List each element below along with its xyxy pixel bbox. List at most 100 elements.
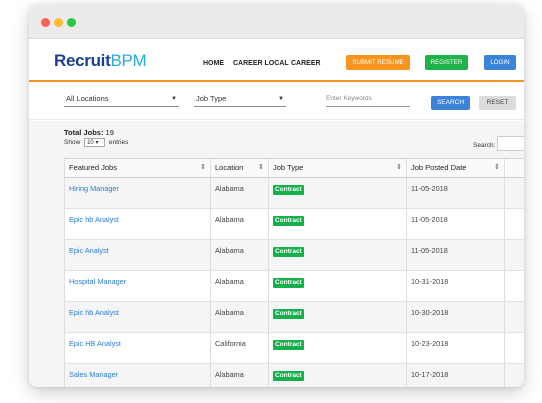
window-titlebar [29,4,524,39]
table-search-input[interactable] [497,136,524,151]
job-location-cell: Alabama [210,209,268,239]
job-date-cell: 11-05-2018 [406,178,504,208]
location-dropdown-icon: ▼ [171,96,177,102]
job-type-cell: Contract [268,364,406,387]
entries-label: entries [108,139,129,147]
search-button[interactable]: SEARCH [431,96,470,110]
job-title-cell: Hospital Manager [64,271,210,301]
total-jobs: Total Jobs: 19 [64,128,114,137]
logo-text-recruit: Recruit [54,51,111,70]
job-filters: All Locations ▼ Job Type ▼ Enter Keyword… [29,84,524,120]
job-title-cell: Hiring Manager [64,178,210,208]
column-header-extra [504,159,524,177]
job-type-badge: Contract [273,340,304,350]
job-title-link[interactable]: Epic hb Analyst [69,215,119,224]
column-header-label: Job Type [273,163,304,172]
job-title-link[interactable]: Hiring Manager [69,184,119,193]
logo-text-bpm: BPM [110,51,147,70]
job-title-cell: Epic hb Analyst [64,302,210,332]
table-row: Epic HB Analyst California Contract 10-2… [64,333,524,364]
minimize-window-icon[interactable] [54,18,63,27]
nav-home[interactable]: HOME [203,60,224,67]
site-logo[interactable]: RecruitBPM [54,51,147,71]
table-row: Sales Manager Alabama Contract 10-17-201… [64,364,524,387]
job-type-cell: Contract [268,333,406,363]
show-label: Show [64,139,81,147]
column-header-job-type[interactable]: Job Type ⇕ [268,159,406,177]
job-type-badge: Contract [273,216,304,226]
job-date-cell: 11-05-2018 [406,209,504,239]
job-title-link[interactable]: Sales Manager [69,370,118,379]
job-date-cell: 10-17-2018 [406,364,504,387]
job-location-cell: Alabama [210,240,268,270]
table-header-row: Featured Jobs ⇕ Location ⇕ Job Type ⇕ Job P… [64,159,524,178]
job-location-cell: Alabama [210,302,268,332]
site-header: RecruitBPM HOME CAREER LOCAL CAREER SUBM… [29,40,524,82]
column-header-label: Location [215,163,244,172]
job-location-cell: Alabama [210,364,268,387]
maximize-window-icon[interactable] [67,18,76,27]
table-row: Epic hb Analyst Alabama Contract 10-30-2… [64,302,524,333]
extra-cell [504,271,524,301]
table-search-label: Search: [473,142,496,149]
extra-cell [504,333,524,363]
sort-icon: ⇕ [396,164,402,171]
job-title-link[interactable]: Hospital Manager [69,277,126,286]
nav-career-local[interactable]: CAREER LOCAL [233,60,289,67]
table-row: Epic Analyst Alabama Contract 11-05-2018 [64,240,524,271]
jobs-table: Featured Jobs ⇕ Location ⇕ Job Type ⇕ Job P… [64,158,524,387]
job-title-cell: Epic HB Analyst [64,333,210,363]
column-header-featured-jobs[interactable]: Featured Jobs ⇕ [64,159,210,177]
close-window-icon[interactable] [41,18,50,27]
job-type-cell: Contract [268,271,406,301]
job-location-cell: California [210,333,268,363]
job-title-link[interactable]: Epic HB Analyst [69,339,121,348]
job-location-cell: Alabama [210,271,268,301]
submit-resume-button[interactable]: SUBMIT RESUME [346,55,410,70]
keywords-input[interactable]: Enter Keywords [326,92,410,107]
column-header-job-posted-date[interactable]: Job Posted Date ⇕ [406,159,504,177]
job-title-cell: Epic hb Analyst [64,209,210,239]
table-row: Hospital Manager Alabama Contract 10-31-… [64,271,524,302]
job-type-select[interactable]: Job Type ▼ [194,92,286,107]
location-select[interactable]: All Locations ▼ [64,92,179,107]
extra-cell [504,302,524,332]
extra-cell [504,178,524,208]
table-row: Hiring Manager Alabama Contract 11-05-20… [64,178,524,209]
job-type-cell: Contract [268,240,406,270]
job-type-badge: Contract [273,185,304,195]
job-date-cell: 10-23-2018 [406,333,504,363]
total-jobs-label: Total Jobs: [64,128,104,137]
job-type-cell: Contract [268,178,406,208]
job-type-dropdown-icon: ▼ [278,96,284,102]
job-date-cell: 10-31-2018 [406,271,504,301]
register-button[interactable]: REGISTER [425,55,468,70]
column-header-label: Job Posted Date [411,163,467,172]
job-type-badge: Contract [273,278,304,288]
sort-icon: ⇕ [494,164,500,171]
job-title-link[interactable]: Epic hb Analyst [69,308,119,317]
location-select-value: All Locations [66,94,109,103]
job-location-cell: Alabama [210,178,268,208]
extra-cell [504,364,524,387]
entries-select-value: 10 [87,140,94,146]
job-type-select-value: Job Type [196,94,227,103]
extra-cell [504,209,524,239]
job-type-badge: Contract [273,247,304,257]
jobs-content: Total Jobs: 19 Show 10 ▾ entries Search:… [29,121,524,387]
nav-career[interactable]: CAREER [291,60,321,67]
column-header-label: Featured Jobs [69,163,117,172]
job-type-cell: Contract [268,302,406,332]
job-date-cell: 10-30-2018 [406,302,504,332]
job-title-link[interactable]: Epic Analyst [69,246,109,255]
job-title-cell: Sales Manager [64,364,210,387]
job-type-badge: Contract [273,371,304,381]
table-row: Epic hb Analyst Alabama Contract 11-05-2… [64,209,524,240]
total-jobs-count: 19 [105,128,114,137]
sort-icon: ⇕ [200,164,206,171]
column-header-location[interactable]: Location ⇕ [210,159,268,177]
reset-button[interactable]: RESET [479,96,516,110]
entries-select[interactable]: 10 ▾ [84,138,106,147]
login-button[interactable]: LOGIN [484,55,516,70]
entries-control: Show 10 ▾ entries [64,138,128,147]
